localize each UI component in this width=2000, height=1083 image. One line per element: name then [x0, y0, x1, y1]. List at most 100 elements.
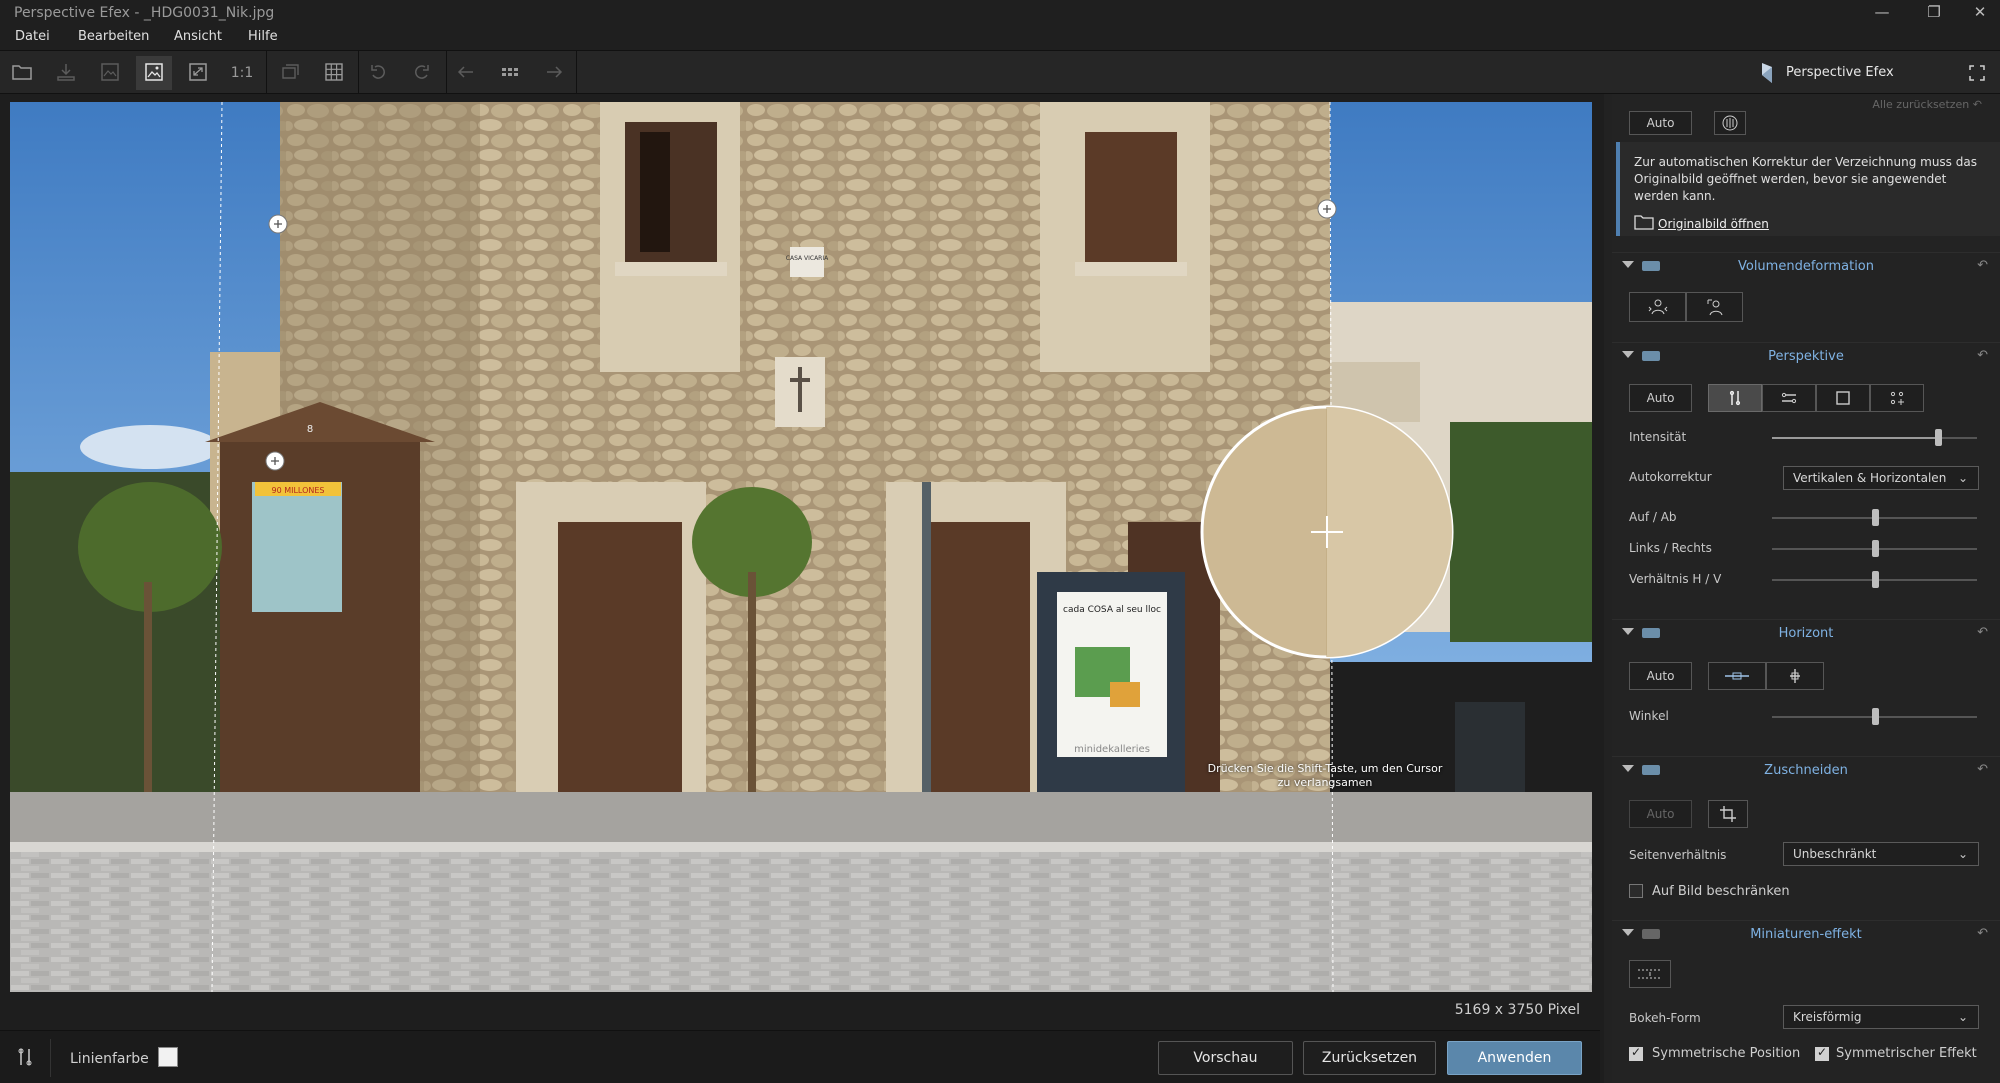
- minimize-button[interactable]: —: [1862, 0, 1902, 26]
- crop-auto-button[interactable]: Auto: [1629, 800, 1692, 828]
- angle-label: Winkel: [1629, 709, 1669, 723]
- close-button[interactable]: ✕: [1960, 0, 2000, 26]
- open-folder-icon[interactable]: [4, 56, 40, 90]
- rectangle-icon: [1836, 391, 1850, 405]
- preview-button[interactable]: Vorschau: [1158, 1041, 1293, 1075]
- updown-slider[interactable]: [1772, 509, 1977, 526]
- slider-knob[interactable]: [1871, 540, 1879, 557]
- distortion-icon: [1722, 115, 1738, 131]
- menu-datei[interactable]: Datei: [15, 29, 50, 44]
- angle-slider[interactable]: [1772, 708, 1977, 725]
- perspective-reset-icon[interactable]: ↶: [1977, 348, 1988, 363]
- slider-knob[interactable]: [1871, 571, 1879, 588]
- horizon-level-button[interactable]: [1708, 662, 1766, 690]
- fullscreen-icon[interactable]: [1967, 63, 1987, 83]
- ratio-slider[interactable]: [1772, 571, 1977, 588]
- bokeh-dropdown[interactable]: Kreisförmig ⌄: [1783, 1005, 1979, 1029]
- menu-hilfe[interactable]: Hilfe: [248, 29, 278, 44]
- bokeh-label: Bokeh-Form: [1629, 1011, 1701, 1025]
- rotate-left-icon[interactable]: [360, 56, 396, 90]
- horizon-rotate-button[interactable]: [1766, 662, 1824, 690]
- volume-vertical-button[interactable]: [1686, 292, 1743, 322]
- symmetric-position-checkbox[interactable]: [1629, 1045, 1643, 1061]
- miniature-section-title: Miniaturen-effekt: [1750, 927, 1862, 942]
- horizon-section-header[interactable]: Horizont ↶: [1612, 619, 2000, 647]
- forward-arrow-icon[interactable]: [536, 56, 572, 90]
- brand-label: Perspective Efex: [1786, 65, 1894, 80]
- kiosk-number: 8: [307, 424, 313, 435]
- line-color-swatch[interactable]: [158, 1047, 178, 1067]
- info-box: Zur automatischen Korrektur der Verzeich…: [1616, 142, 2000, 236]
- settings-panel: Alle zurücksetzen ↶ Auto Zur automatisch…: [1612, 94, 2000, 1083]
- perspective-efex-logo-icon: [1762, 63, 1772, 83]
- toolbar-separator: [358, 51, 359, 95]
- image-pixel-size: 5169 x 3750 Pixel: [1454, 1002, 1580, 1018]
- aspect-dropdown[interactable]: Unbeschränkt ⌄: [1783, 842, 1979, 866]
- maximize-button[interactable]: ❐: [1914, 0, 1954, 26]
- perspective-section-header[interactable]: Perspektive ↶: [1612, 342, 2000, 370]
- bottom-separator: [50, 1039, 51, 1077]
- limit-to-image-checkbox[interactable]: [1629, 884, 1643, 898]
- apply-button[interactable]: Anwenden: [1447, 1041, 1582, 1075]
- crop-section-header[interactable]: Zuschneiden ↶: [1612, 756, 2000, 784]
- toolbar-separator: [576, 51, 577, 95]
- menu-bearbeiten[interactable]: Bearbeiten: [78, 29, 149, 44]
- single-view-icon[interactable]: [136, 56, 172, 90]
- perspective-vertical-button[interactable]: [1708, 384, 1762, 412]
- miniature-section-header[interactable]: Miniaturen-effekt ↶: [1612, 920, 2000, 948]
- filmstrip-icon[interactable]: [492, 56, 528, 90]
- aspect-value: Unbeschränkt: [1793, 847, 1877, 861]
- menu-ansicht[interactable]: Ansicht: [174, 29, 222, 44]
- intensity-slider[interactable]: [1772, 429, 1977, 446]
- save-icon[interactable]: [48, 56, 84, 90]
- autocorrect-value: Vertikalen & Horizontalen: [1793, 471, 1947, 485]
- miniature-reset-icon[interactable]: ↶: [1977, 926, 1988, 941]
- leftright-slider[interactable]: [1772, 540, 1977, 557]
- horizon-section-title: Horizont: [1778, 626, 1834, 641]
- symmetric-effect-label: Symmetrischer Effekt: [1836, 1046, 1977, 1061]
- slider-knob[interactable]: [1935, 429, 1943, 446]
- vertical-lines-icon: [1729, 390, 1741, 406]
- grid-icon[interactable]: [316, 56, 352, 90]
- perspective-section-title: Perspektive: [1768, 349, 1844, 364]
- crop-reset-icon[interactable]: ↶: [1977, 762, 1988, 777]
- reset-button[interactable]: Zurücksetzen: [1303, 1041, 1436, 1075]
- rotate-right-icon[interactable]: [404, 56, 440, 90]
- distortion-mode-button[interactable]: [1714, 111, 1746, 135]
- volume-section-header[interactable]: Volumendeformation ↶: [1612, 252, 2000, 280]
- distortion-auto-button[interactable]: Auto: [1629, 111, 1692, 135]
- tilt-shift-button[interactable]: [1629, 960, 1671, 988]
- open-original-link[interactable]: Originalbild öffnen: [1658, 217, 1769, 231]
- symmetric-effect-checkbox[interactable]: [1815, 1045, 1829, 1061]
- title-bar: Perspective Efex - _HDG0031_Nik.jpg — ❐ …: [0, 0, 2000, 26]
- kiosk-sign: 90 MILLONES: [271, 486, 324, 495]
- perspective-rect-button[interactable]: [1816, 384, 1870, 412]
- image-canvas: CASA VICARIA 90 MILLONES 8 cada COSA al …: [0, 94, 1600, 1030]
- poster-text-bottom: minidekalleries: [1074, 744, 1150, 755]
- perspective-points-button[interactable]: [1870, 384, 1924, 412]
- autocorrect-dropdown[interactable]: Vertikalen & Horizontalen ⌄: [1783, 466, 1979, 490]
- volume-reset-icon[interactable]: ↶: [1977, 258, 1988, 273]
- slider-knob[interactable]: [1871, 708, 1879, 725]
- perspective-horizontal-button[interactable]: [1762, 384, 1816, 412]
- zoom-1to1-button[interactable]: 1:1: [224, 56, 260, 90]
- slider-knob[interactable]: [1871, 509, 1879, 526]
- perspective-auto-button[interactable]: Auto: [1629, 384, 1692, 412]
- layers-icon[interactable]: [272, 56, 308, 90]
- chevron-down-icon: ⌄: [1957, 471, 1968, 485]
- back-arrow-icon[interactable]: [448, 56, 484, 90]
- crop-tool-button[interactable]: [1708, 800, 1748, 828]
- tilt-shift-icon: [1638, 969, 1662, 979]
- horizon-auto-button[interactable]: Auto: [1629, 662, 1692, 690]
- panel-splitter[interactable]: [1604, 94, 1612, 1083]
- compare-icon[interactable]: [92, 56, 128, 90]
- fit-screen-icon[interactable]: [180, 56, 216, 90]
- toolbar: 1:1 Perspective Efex: [0, 50, 2000, 95]
- app-window: Perspective Efex - _HDG0031_Nik.jpg — ❐ …: [0, 0, 2000, 1083]
- volume-horizontal-button[interactable]: [1629, 292, 1686, 322]
- photo-preview[interactable]: CASA VICARIA 90 MILLONES 8 cada COSA al …: [10, 102, 1592, 992]
- person-wide-icon: [1648, 299, 1667, 315]
- horizon-reset-icon[interactable]: ↶: [1977, 625, 1988, 640]
- reset-all-link[interactable]: Alle zurücksetzen ↶: [1872, 98, 1982, 111]
- guides-icon[interactable]: [16, 1047, 34, 1067]
